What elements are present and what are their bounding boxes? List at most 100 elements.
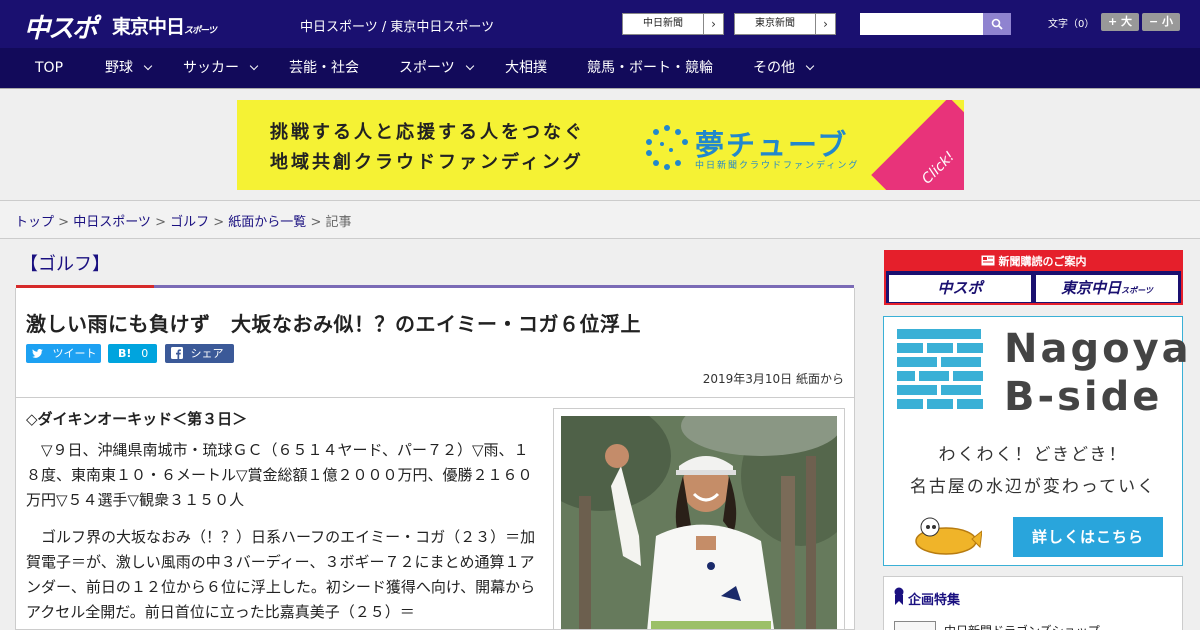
ext-link-label: 中日新聞	[643, 18, 683, 29]
newspaper-icon	[981, 255, 994, 266]
breadcrumb-golf[interactable]: ゴルフ	[170, 215, 209, 230]
chevron-right-icon: ›	[815, 14, 835, 34]
nav-label: 芸能・社会	[289, 60, 359, 76]
breadcrumb-bar: トップ > 中日スポーツ > ゴルフ > 紙面から一覧 > 記事	[0, 200, 1200, 239]
chevron-down-icon	[805, 61, 815, 71]
article-body: ◇ダイキンオーキッド＜第３日＞ ▽９日、沖縄県南城市・琉球ＧＣ（６５１４ヤード、…	[15, 398, 855, 630]
hatena-bookmark-button[interactable]: B! 0	[108, 344, 157, 363]
nav-item-top[interactable]: TOP	[35, 48, 63, 89]
bside-title-line-1: Nagoya	[1004, 326, 1192, 372]
shrimp-mascot-icon	[915, 517, 982, 555]
breadcrumb-current: 記事	[325, 215, 352, 230]
subscribe-tokyo-label: 東京中日	[1061, 279, 1122, 297]
nav-label: 野球	[105, 60, 133, 76]
article-photo-frame	[553, 408, 845, 629]
nav-item-baseball[interactable]: 野球	[105, 48, 153, 89]
article-headline: 激しい雨にも負けず 大坂なおみ似！？のエイミー・コガ６位浮上	[26, 312, 641, 336]
nav-label: スポーツ	[399, 60, 455, 76]
chevron-down-icon	[465, 61, 474, 71]
chevron-down-icon	[143, 61, 153, 71]
hatena-count: 0	[141, 347, 149, 360]
ext-link-label: 東京新聞	[755, 18, 795, 29]
search-input[interactable]	[860, 13, 983, 35]
subscription-title: 新聞購読のご案内	[886, 252, 1181, 271]
brick-wall-icon	[897, 329, 983, 409]
twitter-share-button[interactable]: ツイート	[26, 344, 101, 363]
article-paragraph: ▽９日、沖縄県南城市・琉球ＧＣ（６５１４ヤード、パー７２）▽雨、１８度、東南東１…	[26, 441, 533, 509]
hatena-icon: B!	[118, 347, 132, 360]
tokyo-chunichi-logo[interactable]: 東京中日スポーツ	[112, 12, 217, 39]
banner-line-2: 地域共創クラウドファンディング	[270, 152, 584, 173]
bside-details-button[interactable]: 詳しくはこちら	[1013, 517, 1163, 557]
feature-section: 企画特集 中日新聞ドラゴンズショップ	[883, 576, 1183, 630]
banner-tagline: 挑戦する人と応援する人をつなぐ 地域共創クラウドファンディング	[270, 118, 585, 178]
facebook-share-button[interactable]: シェア 0	[165, 344, 234, 379]
chuspo-logo[interactable]: 中スポ	[24, 8, 98, 45]
site-names: 中日スポーツ / 東京中日スポーツ	[300, 20, 495, 35]
bside-title: Nagoya B-side	[1004, 325, 1192, 421]
facebook-count: 0	[174, 366, 181, 379]
ribbon-badge-icon	[894, 587, 904, 605]
breadcrumb: トップ > 中日スポーツ > ゴルフ > 紙面から一覧 > 記事	[15, 211, 352, 230]
banner-subtitle: 中日新聞クラウドファンディング	[695, 161, 860, 171]
crowdfunding-banner[interactable]: 挑戦する人と応援する人をつなぐ 地域共創クラウドファンディング 夢チューブ 中日…	[237, 100, 964, 190]
nav-item-other[interactable]: その他	[753, 48, 815, 89]
breadcrumb-sep: >	[306, 215, 326, 230]
facebook-share-label: シェア	[190, 347, 224, 360]
nav-item-sumo[interactable]: 大相撲	[505, 48, 547, 89]
subscription-panel: 新聞購読のご案内 中スポ 東京中日スポーツ	[884, 250, 1183, 305]
subscription-title-text: 新聞購読のご案内	[998, 255, 1087, 268]
twitter-icon	[32, 349, 43, 358]
article-header: 激しい雨にも負けず 大坂なおみ似！？のエイミー・コガ６位浮上 ツイート B! 0…	[15, 288, 855, 398]
breadcrumb-top[interactable]: トップ	[15, 215, 54, 230]
article-subhead: ◇ダイキンオーキッド＜第３日＞	[26, 410, 248, 428]
search-icon	[991, 18, 1003, 30]
facebook-icon	[171, 347, 183, 359]
nav-item-soccer[interactable]: サッカー	[183, 48, 259, 89]
nav-label: 競馬・ボート・競輪	[587, 60, 713, 76]
feature-title: 企画特集	[908, 593, 961, 608]
breadcrumb-sep: >	[150, 215, 171, 230]
feature-thumbnail[interactable]	[894, 621, 936, 630]
subscribe-tokyo-button[interactable]: 東京中日スポーツ	[1036, 275, 1178, 302]
feature-item-link[interactable]: 中日新聞ドラゴンズショップ	[944, 622, 1100, 630]
text-size-down-button[interactable]: − 小	[1142, 13, 1180, 31]
nav-item-racing[interactable]: 競馬・ボート・競輪	[587, 48, 713, 89]
article-photo[interactable]	[561, 416, 837, 629]
article-dateline: 2019年3月10日 紙面から	[702, 372, 844, 386]
nagoya-bside-ad[interactable]: Nagoya B-side わくわく！どきどき！ 名古屋の水辺が変わっていく 詳…	[883, 316, 1189, 566]
text-size-label: 文字（0）	[1048, 19, 1095, 30]
chevron-right-icon: ›	[703, 14, 723, 34]
breadcrumb-paper-list[interactable]: 紙面から一覧	[228, 215, 306, 230]
site-header: 中スポ 東京中日スポーツ 中日スポーツ / 東京中日スポーツ 中日新聞 › 東京…	[0, 0, 1200, 48]
tokyo-shimbun-link[interactable]: 東京新聞 ›	[734, 13, 836, 35]
text-size-up-button[interactable]: + 大	[1101, 13, 1139, 31]
twitter-share-label: ツイート	[52, 347, 97, 360]
chevron-down-icon	[249, 61, 259, 71]
breadcrumb-sep: >	[54, 215, 74, 230]
subscribe-chuspo-button[interactable]: 中スポ	[889, 275, 1031, 302]
bside-copy: わくわく！どきどき！ 名古屋の水辺が変わっていく	[884, 439, 1182, 503]
bside-title-line-2: B-side	[1004, 374, 1163, 420]
category-heading: 【ゴルフ】	[20, 254, 110, 275]
nav-label: TOP	[35, 60, 64, 76]
bside-copy-line-2: 名古屋の水辺が変わっていく	[909, 477, 1157, 497]
nav-item-entertainment[interactable]: 芸能・社会	[289, 48, 359, 89]
nav-label: 大相撲	[505, 60, 547, 76]
nav-item-sports[interactable]: スポーツ	[399, 48, 474, 89]
tokyo-logo-small: スポーツ	[184, 26, 217, 36]
breadcrumb-chuspo[interactable]: 中日スポーツ	[73, 215, 151, 230]
chunichi-shimbun-link[interactable]: 中日新聞 ›	[622, 13, 724, 35]
banner-corner	[871, 100, 964, 190]
breadcrumb-sep: >	[209, 215, 229, 230]
banner-line-1: 挑戦する人と応援する人をつなぐ	[270, 122, 585, 143]
golfer-photo-illustration	[561, 416, 837, 629]
tokyo-logo-main: 東京中日	[112, 16, 185, 38]
bside-copy-line-1: わくわく！どきどき！	[938, 445, 1128, 465]
article-paragraph: ゴルフ界の大坂なおみ（！？）日系ハーフのエイミー・コガ（２３）＝加賀電子＝が、激…	[26, 528, 536, 621]
main-nav: TOP 野球 サッカー 芸能・社会 スポーツ 大相撲 競馬・ボート・競輪 その他	[0, 48, 1200, 89]
search-button[interactable]	[983, 13, 1011, 35]
nav-label: サッカー	[183, 60, 239, 76]
dots-logo-icon	[646, 125, 688, 170]
subscribe-tokyo-small: スポーツ	[1121, 286, 1153, 295]
